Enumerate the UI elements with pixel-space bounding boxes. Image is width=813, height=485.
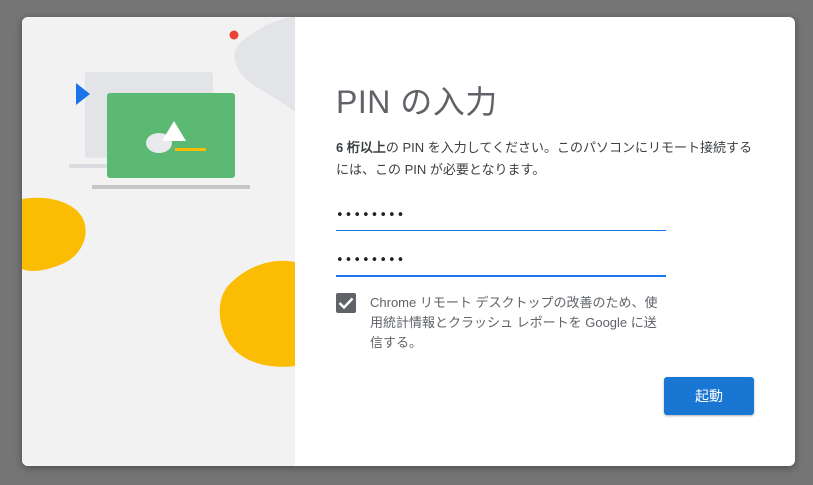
consent-checkbox[interactable]	[336, 293, 356, 313]
yellow-line	[175, 148, 206, 151]
pin-confirm-input[interactable]	[336, 245, 666, 277]
check-icon	[338, 297, 354, 310]
page-title: PIN の入力	[336, 84, 498, 120]
front-laptop-base	[92, 185, 250, 189]
description-strong: 6 桁以上	[336, 140, 386, 155]
start-button[interactable]: 起動	[664, 377, 754, 415]
remote-desktop-illustration	[22, 17, 295, 367]
illustration-panel	[22, 17, 295, 466]
consent-label: Chrome リモート デスクトップの改善のため、使用統計情報とクラッシュ レポ…	[370, 295, 658, 350]
red-dot	[229, 30, 239, 40]
grey-blob	[234, 17, 295, 112]
pin-input[interactable]	[336, 200, 666, 231]
yellow-blob-left	[22, 197, 86, 272]
pin-dialog: PIN の入力 6 桁以上の PIN を入力してください。このパソコンにリモート…	[22, 17, 795, 466]
content-panel: PIN の入力 6 桁以上の PIN を入力してください。このパソコンにリモート…	[295, 17, 795, 466]
yellow-blob-right	[219, 260, 295, 367]
description-text: の PIN を入力してください。このパソコンにリモート接続するには、この PIN…	[336, 140, 752, 177]
description: 6 桁以上の PIN を入力してください。このパソコンにリモート接続するには、こ…	[336, 137, 761, 181]
